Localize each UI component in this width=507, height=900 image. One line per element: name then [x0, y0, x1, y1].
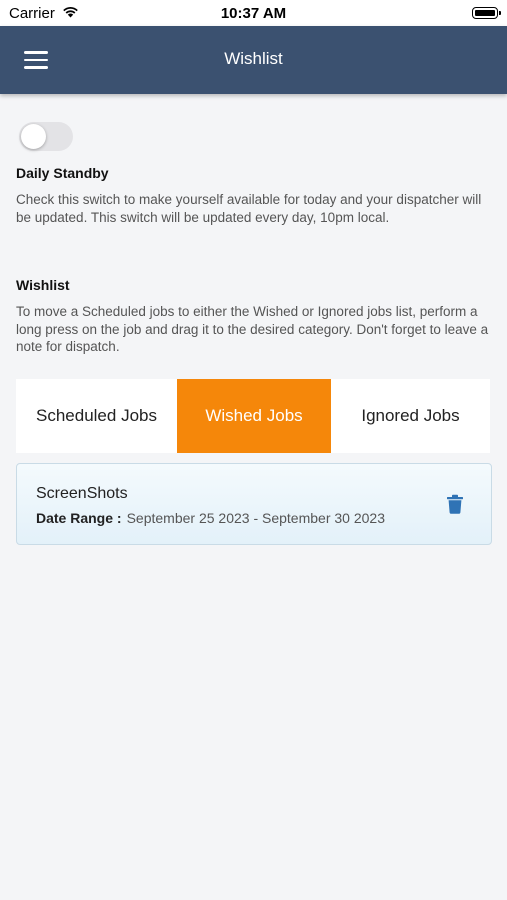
nav-bar: Wishlist: [0, 26, 507, 94]
daily-standby-title: Daily Standby: [16, 165, 109, 181]
status-time: 10:37 AM: [220, 5, 287, 22]
battery-icon: [472, 7, 501, 19]
toggle-knob: [21, 124, 46, 149]
page-title: Wishlist: [224, 49, 283, 68]
tab-scheduled-jobs[interactable]: Scheduled Jobs: [16, 379, 177, 453]
tab-ignored-jobs[interactable]: Ignored Jobs: [331, 379, 490, 453]
job-tabs: Scheduled Jobs Wished Jobs Ignored Jobs: [16, 379, 490, 453]
job-name: ScreenShots: [36, 485, 128, 502]
daily-standby-toggle[interactable]: [19, 122, 73, 151]
wishlist-description: To move a Scheduled jobs to either the W…: [16, 304, 489, 354]
daily-standby-description: Check this switch to make yourself avail…: [16, 192, 482, 225]
tab-wished-jobs[interactable]: Wished Jobs: [177, 379, 331, 453]
status-bar: Carrier 10:37 AM: [0, 0, 507, 26]
job-card[interactable]: ScreenShots Date Range : September 25 202…: [16, 463, 492, 545]
date-range-label: Date Range :: [36, 510, 122, 526]
job-date-range: Date Range : September 25 2023 - Septembe…: [36, 510, 385, 526]
date-range-value: September 25 2023 - September 30 2023: [126, 510, 385, 526]
trash-icon[interactable]: [446, 494, 464, 514]
wishlist-title: Wishlist: [16, 277, 70, 293]
